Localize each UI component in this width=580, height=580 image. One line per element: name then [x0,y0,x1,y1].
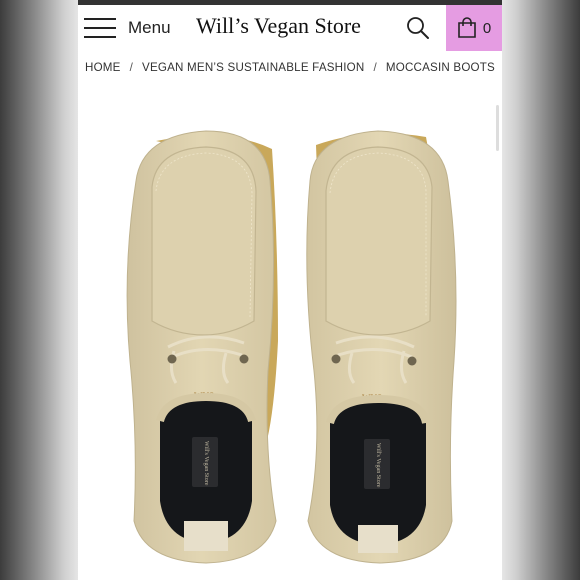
right-boot: WVS Will's Vegan Store [306,130,457,564]
breadcrumb-separator: / [129,61,134,74]
store-title[interactable]: Will’s Vegan Store [196,13,361,39]
breadcrumb: HOME / VEGAN MEN’S SUSTAINABLE FASHION / MOC… [78,61,502,74]
product-image: WVS Will's Vegan Store WVS Will's Vegan … [126,130,457,564]
left-boot: WVS Will's Vegan Store [126,130,278,564]
product-page: Menu Will’s Vegan Store 0 HOME / VEGAN MEN… [78,5,502,580]
breadcrumb-category[interactable]: VEGAN MEN’S SUSTAINABLE FASHION [142,61,364,74]
cart-count: 0 [482,19,492,37]
breadcrumb-home[interactable]: HOME [85,61,121,74]
menu-label: Menu [128,18,171,37]
shopping-bag-icon [458,17,476,38]
cart-button[interactable]: 0 [446,5,502,51]
site-header: Menu Will’s Vegan Store 0 [78,5,502,51]
search-icon[interactable] [406,16,430,40]
svg-text:Will's Vegan Store: Will's Vegan Store [203,441,209,486]
scrollbar-thumb[interactable] [496,105,499,151]
breadcrumb-separator: / [373,61,377,74]
hamburger-icon [84,16,116,40]
svg-text:Will's Vegan Store: Will's Vegan Store [375,443,381,488]
breadcrumb-current[interactable]: MOCCASIN BOOTS [386,61,495,74]
menu-button[interactable]: Menu [84,14,171,42]
